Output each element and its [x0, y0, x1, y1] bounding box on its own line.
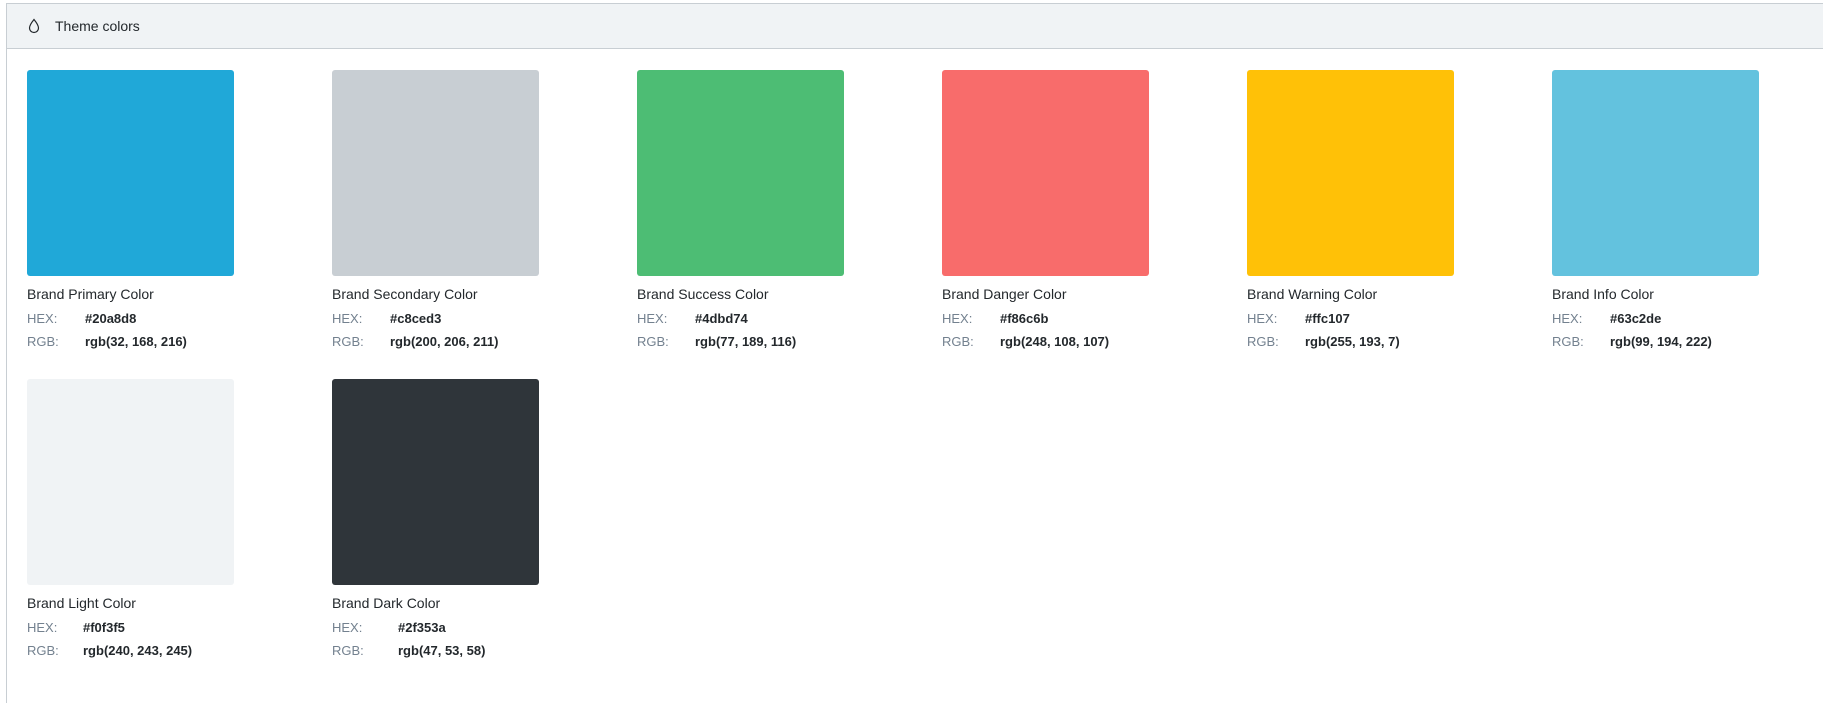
rgb-value: rgb(77, 189, 116)	[695, 334, 797, 349]
color-swatch	[27, 379, 234, 585]
color-swatch	[637, 70, 844, 276]
hex-label: HEX:	[1552, 311, 1583, 326]
rgb-value: rgb(32, 168, 216)	[85, 334, 187, 349]
rgb-label: RGB:	[332, 643, 364, 658]
rgb-value: rgb(200, 206, 211)	[390, 334, 499, 349]
hex-value: #2f353a	[398, 620, 446, 635]
color-grid: Brand Primary Color HEX: #20a8d8 RGB: rgb(…	[27, 70, 1823, 688]
color-name: Brand Success Color	[637, 286, 769, 302]
rgb-label: RGB:	[1247, 334, 1279, 349]
rgb-label: RGB:	[332, 334, 364, 349]
color-item-warning: Brand Warning Color HEX: #ffc107 RGB: rgb(…	[1247, 70, 1552, 379]
rgb-label: RGB:	[637, 334, 669, 349]
color-name: Brand Dark Color	[332, 595, 441, 611]
hex-label: HEX:	[27, 620, 58, 635]
hex-value: #ffc107	[1305, 311, 1350, 326]
rgb-value: rgb(99, 194, 222)	[1610, 334, 1712, 349]
hex-value: #f0f3f5	[83, 620, 125, 635]
color-item-light: Brand Light Color HEX: #f0f3f5 RGB: rgb(24…	[27, 379, 332, 688]
color-name: Brand Info Color	[1552, 286, 1654, 302]
color-swatch	[1552, 70, 1759, 276]
color-name: Brand Danger Color	[942, 286, 1067, 302]
theme-colors-card: Theme colors Brand Primary Color HEX: #20…	[6, 3, 1823, 703]
hex-value: #20a8d8	[85, 311, 137, 326]
card-header: Theme colors	[7, 4, 1823, 49]
rgb-label: RGB:	[1552, 334, 1584, 349]
color-swatch	[27, 70, 234, 276]
rgb-value: rgb(240, 243, 245)	[83, 643, 193, 658]
color-item-danger: Brand Danger Color HEX: #f86c6b RGB: rgb(2…	[942, 70, 1247, 379]
color-swatch	[1247, 70, 1454, 276]
hex-label: HEX:	[942, 311, 973, 326]
hex-value: #f86c6b	[1000, 311, 1049, 326]
rgb-value: rgb(255, 193, 7)	[1305, 334, 1400, 349]
color-swatch	[332, 379, 539, 585]
color-item-primary: Brand Primary Color HEX: #20a8d8 RGB: rgb(…	[27, 70, 332, 379]
color-name: Brand Secondary Color	[332, 286, 478, 302]
drop-icon	[28, 18, 40, 34]
color-name: Brand Primary Color	[27, 286, 154, 302]
color-item-dark: Brand Dark Color HEX: #2f353a RGB: rgb(47,…	[332, 379, 637, 688]
color-swatch	[942, 70, 1149, 276]
color-name: Brand Light Color	[27, 595, 136, 611]
hex-label: HEX:	[332, 311, 363, 326]
hex-value: #c8ced3	[390, 311, 442, 326]
color-name: Brand Warning Color	[1247, 286, 1378, 302]
hex-value: #4dbd74	[695, 311, 748, 326]
color-item-success: Brand Success Color HEX: #4dbd74 RGB: rgb(…	[637, 70, 942, 379]
rgb-value: rgb(248, 108, 107)	[1000, 334, 1110, 349]
rgb-label: RGB:	[27, 334, 59, 349]
hex-value: #63c2de	[1610, 311, 1662, 326]
rgb-label: RGB:	[942, 334, 974, 349]
hex-label: HEX:	[27, 311, 58, 326]
hex-label: HEX:	[637, 311, 668, 326]
color-item-info: Brand Info Color HEX: #63c2de RGB: rgb(99,…	[1552, 70, 1823, 379]
color-swatch	[332, 70, 539, 276]
hex-label: HEX:	[1247, 311, 1278, 326]
rgb-label: RGB:	[27, 643, 59, 658]
hex-label: HEX:	[332, 620, 363, 635]
rgb-value: rgb(47, 53, 58)	[398, 643, 486, 658]
color-item-secondary: Brand Secondary Color HEX: #c8ced3 RGB: rg…	[332, 70, 637, 379]
card-title: Theme colors	[55, 18, 140, 34]
